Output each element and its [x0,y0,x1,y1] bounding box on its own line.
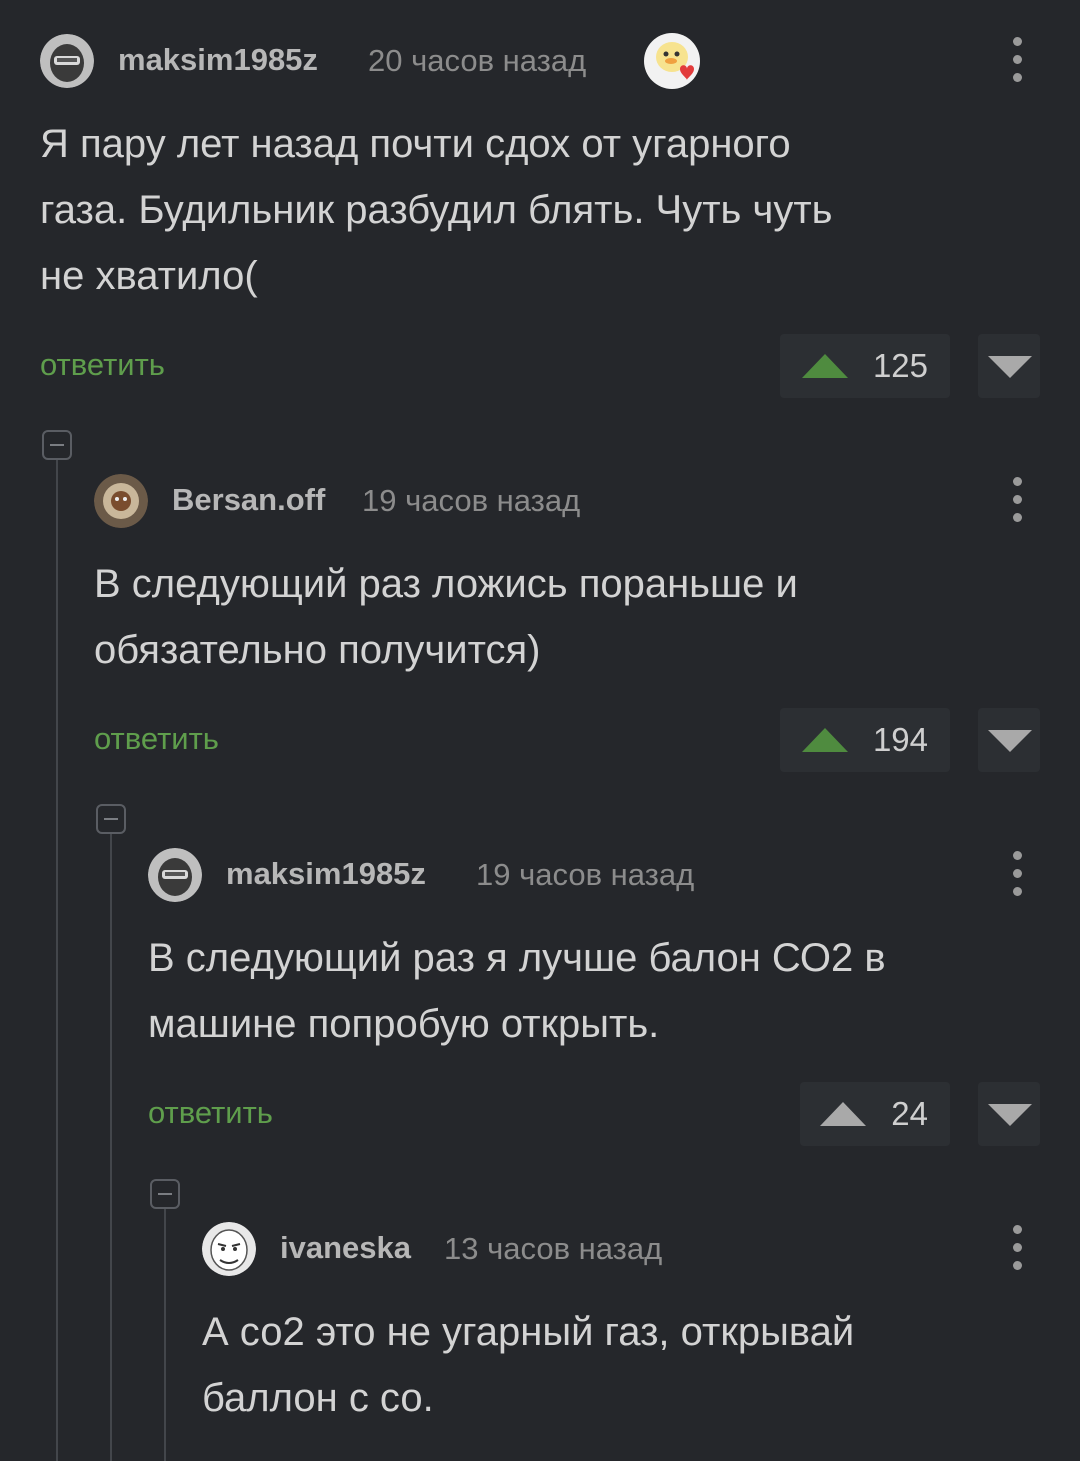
comment-header: maksim1985z 20 часов назад [40,31,1040,91]
comment: maksim1985z 19 часов назад В следующий р… [148,845,1040,1146]
upvote-arrow-icon [802,354,848,378]
downvote-arrow-icon [988,356,1032,378]
downvote-button[interactable] [978,1082,1040,1146]
duck-heart-badge-icon [644,33,700,89]
downvote-arrow-icon [988,1104,1032,1126]
upvote-button[interactable]: 24 [800,1082,950,1146]
more-options-icon[interactable] [1012,851,1022,897]
reply-link[interactable]: ответить [94,721,219,757]
timestamp: 13 часов назад [444,1231,663,1266]
upvote-button[interactable]: 125 [780,334,950,398]
comment-actions: ответить 125 [40,334,1040,398]
lion-avatar-icon[interactable] [94,474,148,528]
downvote-button[interactable] [978,708,1040,772]
thread-line-level-1 [56,445,58,1461]
comment-text: В следующий раз ложись пораньше и обязат… [94,562,798,672]
comment-text: А со2 это не угарный газ, открывай балло… [202,1310,855,1420]
more-options-icon[interactable] [1012,37,1022,83]
downvote-arrow-icon [988,730,1032,752]
collapse-thread-button[interactable] [42,430,72,460]
helmet-avatar-icon[interactable] [148,848,202,902]
comment-actions: ответить 24 [148,1082,1040,1146]
comment-header: maksim1985z 19 часов назад [148,845,1040,905]
collapse-thread-button[interactable] [150,1179,180,1209]
thread-line-level-2 [110,820,112,1461]
thread-line-level-3 [164,1194,166,1461]
timestamp: 20 часов назад [368,43,587,78]
comment-text: В следующий раз я лучше балон СО2 в маши… [148,936,886,1046]
upvote-arrow-icon [802,728,848,752]
comment-header: ivaneska 13 часов назад [202,1219,1040,1279]
comment: ivaneska 13 часов назад А со2 это не уга… [202,1219,1040,1431]
rating-count: 24 [891,1095,928,1132]
helmet-avatar-icon[interactable] [40,34,94,88]
more-options-icon[interactable] [1012,1225,1022,1271]
username[interactable]: ivaneska [280,1230,411,1266]
comment: maksim1985z 20 часов назад Я пару лет на… [40,31,1040,398]
downvote-button[interactable] [978,334,1040,398]
upvote-button[interactable]: 194 [780,708,950,772]
comment-header: Bersan.off 19 часов назад [94,471,1040,531]
comment-text: Я пару лет назад почти сдох от угарного … [40,122,833,298]
reply-link[interactable]: ответить [148,1095,273,1131]
timestamp: 19 часов назад [476,857,695,892]
upvote-arrow-icon [820,1102,866,1126]
timestamp: 19 часов назад [362,483,581,518]
username[interactable]: Bersan.off [172,482,325,518]
rating-count: 194 [872,721,928,758]
meme-face-avatar-icon[interactable] [202,1222,256,1276]
more-options-icon[interactable] [1012,477,1022,523]
username[interactable]: maksim1985z [226,856,426,892]
reply-link[interactable]: ответить [40,347,165,383]
rating-count: 125 [872,347,928,384]
username[interactable]: maksim1985z [118,42,318,78]
comment-actions: ответить 194 [94,708,1040,772]
comment: Bersan.off 19 часов назад В следующий ра… [94,471,1040,772]
collapse-thread-button[interactable] [96,804,126,834]
